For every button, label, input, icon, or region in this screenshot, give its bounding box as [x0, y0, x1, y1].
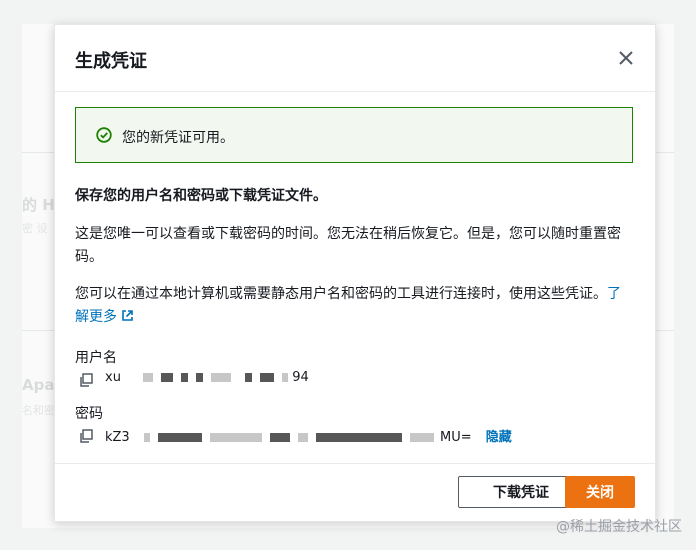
password-redacted [143, 430, 440, 445]
copy-password-icon[interactable] [79, 428, 93, 443]
hide-password-link[interactable]: 隐藏 [486, 430, 512, 445]
username-suffix: 94 [292, 370, 309, 385]
password-suffix: MU= [440, 430, 472, 445]
username-redacted [143, 370, 292, 385]
modal-title: 生成凭证 [75, 51, 147, 72]
close-icon[interactable] [615, 47, 637, 69]
usage-paragraph: 您可以在通过本地计算机或需要静态用户名和密码的工具进行连接时，使用这些凭证。了解… [75, 283, 633, 329]
modal-header: 生成凭证 [55, 25, 655, 92]
password-value: kZ3 MU= 隐藏 [105, 426, 512, 445]
generate-credentials-modal: 生成凭证 您的新凭证可用。 保存您的用户名和密码或下载凭证文件。 这是您唯一可以… [54, 24, 656, 522]
usage-text: 您可以在通过本地计算机或需要静态用户名和密码的工具进行连接时，使用这些凭证。 [75, 286, 607, 302]
background-subtext: 名和密 [22, 404, 55, 417]
copy-username-icon[interactable] [79, 372, 93, 387]
external-link-icon [121, 309, 134, 325]
alert-text: 您的新凭证可用。 [122, 130, 234, 146]
close-button[interactable]: 关闭 [565, 476, 635, 508]
save-instructions-heading: 保存您的用户名和密码或下载凭证文件。 [75, 188, 327, 204]
modal-footer: 下载凭证 关闭 [55, 463, 655, 522]
background-text: 的 H [22, 196, 55, 214]
password-label: 密码 [75, 406, 103, 422]
success-alert: 您的新凭证可用。 [75, 107, 633, 163]
background-subtext: 密 设 [22, 222, 48, 235]
check-circle-icon [96, 127, 112, 147]
password-prefix: kZ3 [105, 430, 130, 445]
username-prefix: xu [105, 370, 121, 385]
one-time-notice: 这是您唯一可以查看或下载密码的时间。您无法在稍后恢复它。但是，您可以随时重置密码… [75, 226, 621, 265]
username-label: 用户名 [75, 350, 117, 366]
watermark: @稀土掘金技术社区 [556, 519, 682, 535]
username-value: xu 94 [105, 370, 309, 385]
